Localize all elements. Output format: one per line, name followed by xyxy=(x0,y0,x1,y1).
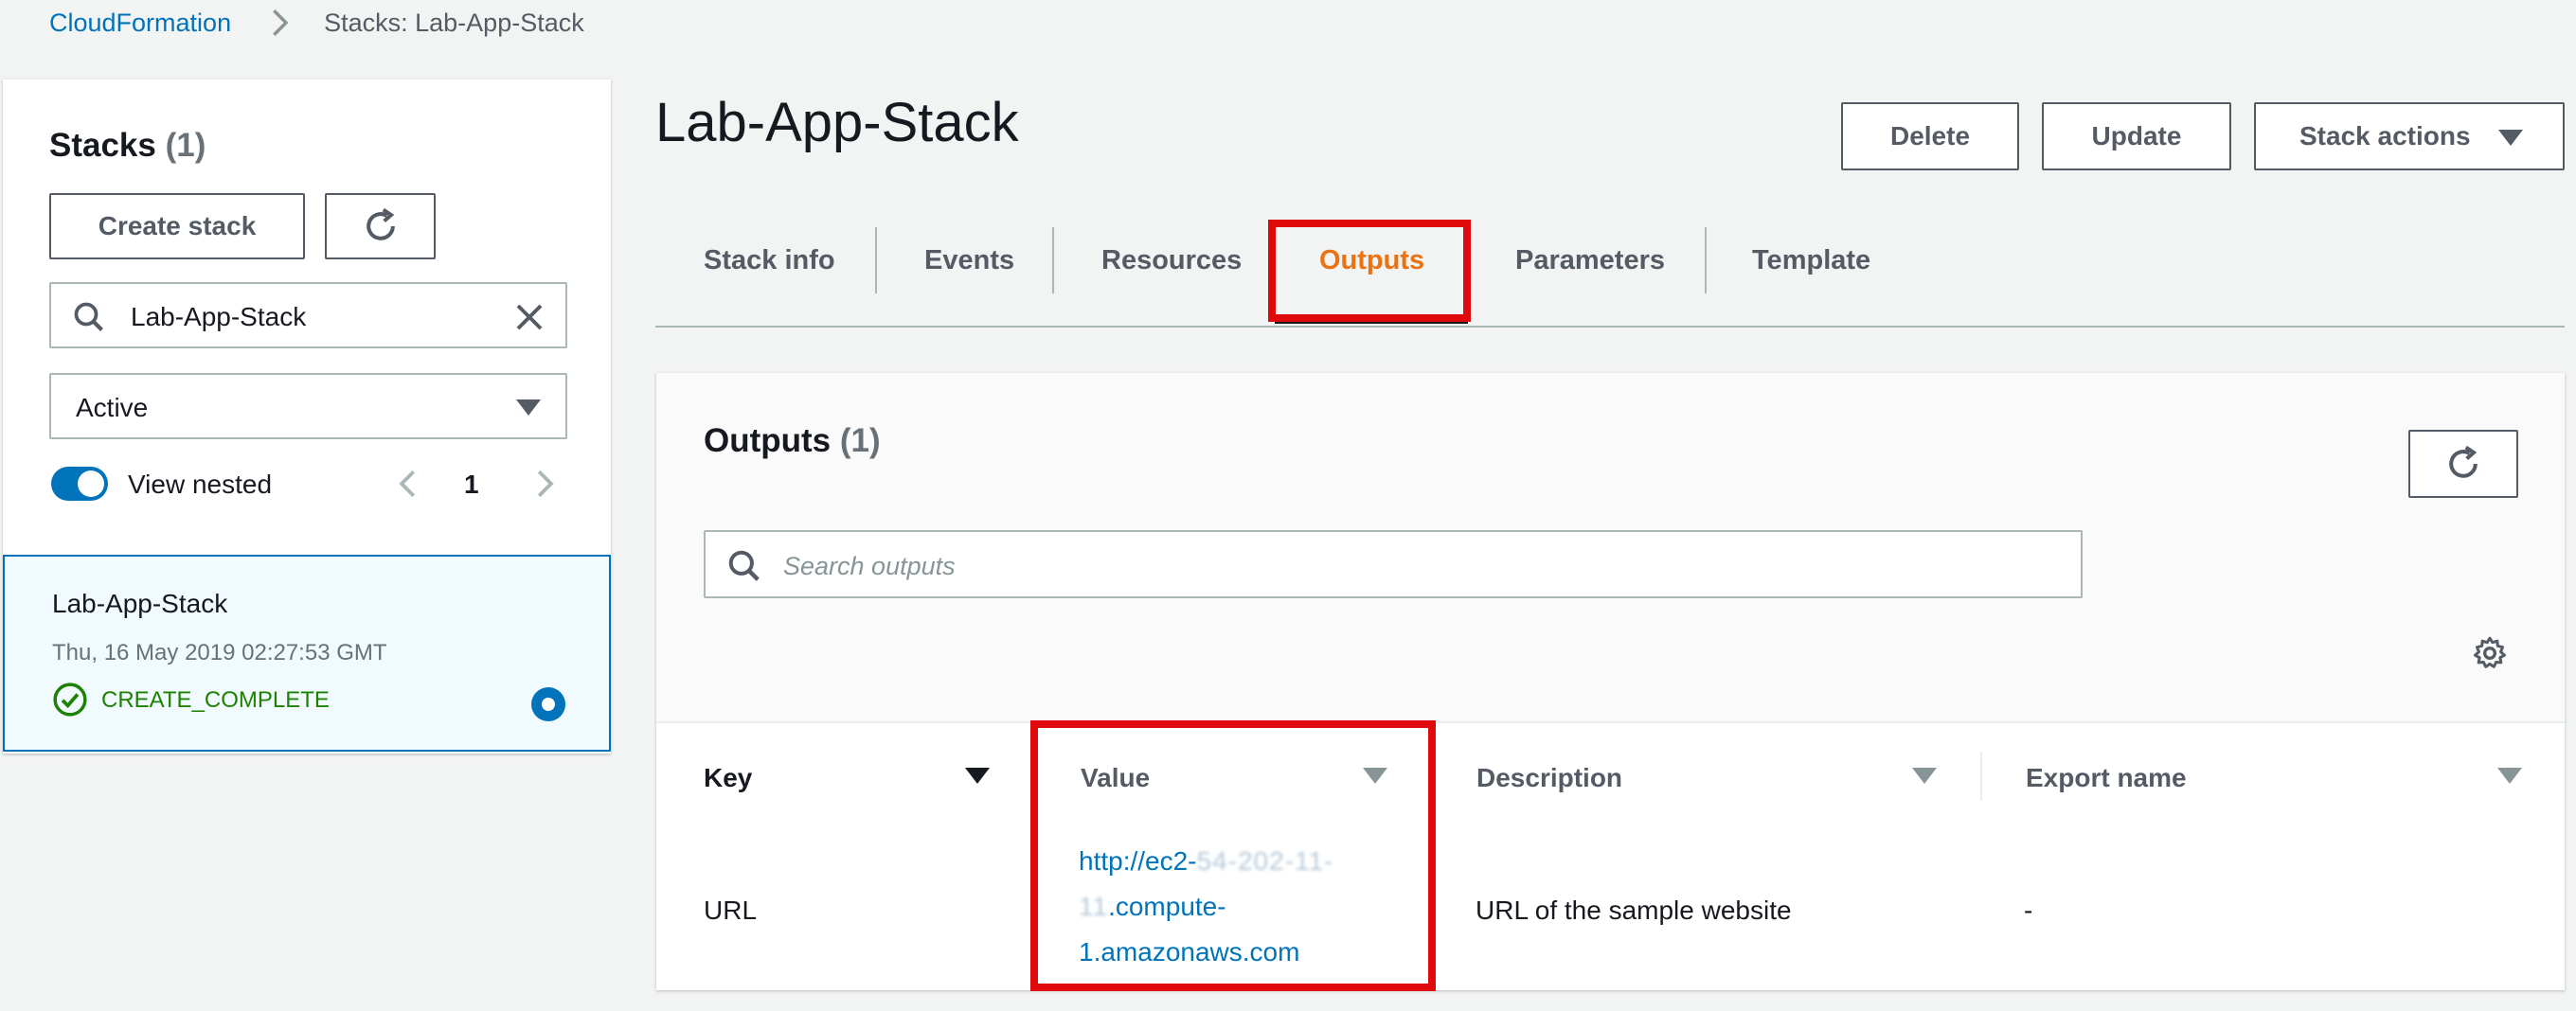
search-icon xyxy=(728,550,760,581)
tab-template[interactable]: Template xyxy=(1752,225,1870,295)
stacks-panel: Stacks (1) Create stack Lab-App-Stack Ac… xyxy=(3,80,611,754)
breadcrumb-cloudformation-link[interactable]: CloudFormation xyxy=(49,9,231,38)
check-circle-icon xyxy=(53,683,87,717)
tab-parameters[interactable]: Parameters xyxy=(1515,225,1665,295)
stack-detail-tabs: Stack info Events Resources Outputs Para… xyxy=(655,223,2565,328)
value-column-highlight xyxy=(1030,720,1436,991)
chevron-right-icon xyxy=(273,9,289,36)
stacks-title-text: Stacks xyxy=(49,127,156,164)
stack-status-filter-value: Active xyxy=(76,393,149,422)
view-nested-label: View nested xyxy=(128,470,273,499)
update-button[interactable]: Update xyxy=(2042,102,2231,170)
tab-events[interactable]: Events xyxy=(924,225,1014,295)
stack-search-input[interactable]: Lab-App-Stack xyxy=(49,282,567,348)
current-page-number[interactable]: 1 xyxy=(464,470,479,500)
tab-divider xyxy=(875,227,877,293)
stack-actions-button[interactable]: Stack actions xyxy=(2254,102,2565,170)
stacks-panel-title: Stacks (1) xyxy=(49,127,206,165)
outputs-panel: Outputs (1) Search outputs Key Value Des… xyxy=(656,373,2565,990)
tab-divider xyxy=(1052,227,1054,293)
toggle-knob xyxy=(78,470,104,497)
tab-stack-info[interactable]: Stack info xyxy=(704,225,835,295)
gear-icon[interactable] xyxy=(2471,634,2509,672)
stack-status: CREATE_COMPLETE xyxy=(101,687,330,713)
sort-caret-icon[interactable] xyxy=(965,768,990,784)
refresh-icon xyxy=(366,207,395,240)
refresh-icon xyxy=(2449,445,2478,478)
output-key: URL xyxy=(704,896,758,925)
output-export-name: - xyxy=(2024,896,2033,925)
search-icon xyxy=(74,302,103,331)
delete-button[interactable]: Delete xyxy=(1841,102,2019,170)
outputs-header: Outputs (1) Search outputs Key Value Des… xyxy=(656,373,2565,801)
breadcrumb: CloudFormation Stacks: Lab-App-Stack xyxy=(49,6,584,40)
search-outputs-input[interactable]: Search outputs xyxy=(704,530,2083,598)
stack-actions-label: Stack actions xyxy=(2299,121,2471,151)
stack-status-filter-select[interactable]: Active xyxy=(49,373,567,439)
chevron-left-icon[interactable] xyxy=(391,466,427,502)
close-icon[interactable] xyxy=(512,300,546,334)
tab-resources[interactable]: Resources xyxy=(1101,225,1242,295)
caret-down-icon xyxy=(516,399,541,416)
chevron-right-icon[interactable] xyxy=(526,466,562,502)
sort-caret-icon[interactable] xyxy=(1912,768,1937,784)
refresh-outputs-button[interactable] xyxy=(2408,430,2518,498)
page-title: Lab-App-Stack xyxy=(655,92,1019,153)
sort-caret-icon[interactable] xyxy=(2497,768,2522,784)
column-header-export-name[interactable]: Export name xyxy=(2026,763,2187,793)
create-stack-button[interactable]: Create stack xyxy=(49,193,305,259)
output-description: URL of the sample website xyxy=(1476,896,1792,925)
outputs-title: Outputs (1) xyxy=(704,422,881,460)
column-header-key[interactable]: Key xyxy=(704,763,752,793)
caret-down-icon xyxy=(2498,130,2523,146)
outputs-tab-highlight xyxy=(1268,220,1471,322)
stack-list-item[interactable]: Lab-App-Stack Thu, 16 May 2019 02:27:53 … xyxy=(3,555,611,752)
stack-search-value: Lab-App-Stack xyxy=(131,302,307,331)
column-divider xyxy=(1980,752,1982,801)
outputs-title-text: Outputs xyxy=(704,422,832,459)
stack-created-date: Thu, 16 May 2019 02:27:53 GMT xyxy=(52,640,387,665)
stack-select-radio[interactable] xyxy=(531,687,565,721)
refresh-stacks-button[interactable] xyxy=(325,193,436,259)
radio-dot xyxy=(542,698,555,711)
stacks-count: (1) xyxy=(165,127,206,164)
search-outputs-placeholder: Search outputs xyxy=(783,552,956,580)
column-header-description[interactable]: Description xyxy=(1476,763,1622,793)
tab-divider xyxy=(1705,227,1707,293)
breadcrumb-current: Stacks: Lab-App-Stack xyxy=(324,8,584,37)
stack-name: Lab-App-Stack xyxy=(52,589,228,618)
view-nested-toggle[interactable] xyxy=(51,467,108,501)
outputs-count: (1) xyxy=(839,422,881,459)
